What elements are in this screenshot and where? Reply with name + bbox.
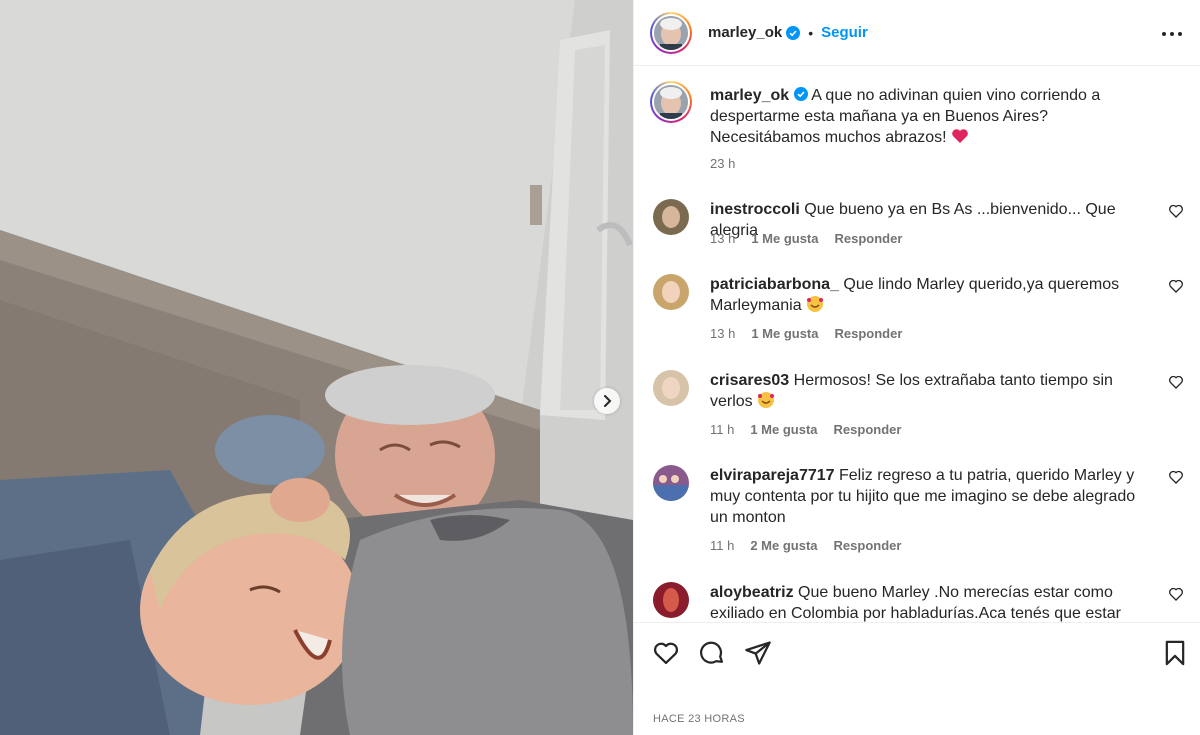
reply-button[interactable]: Responder xyxy=(835,326,903,341)
smiling-hearts-emoji-icon xyxy=(806,296,824,314)
comment-likes[interactable]: 2 Me gusta xyxy=(750,538,817,553)
reply-button[interactable]: Responder xyxy=(834,422,902,437)
comment-time[interactable]: 11 h xyxy=(710,538,734,553)
caption-username[interactable]: marley_ok xyxy=(710,87,789,104)
more-options-icon[interactable] xyxy=(1160,22,1184,46)
share-icon[interactable] xyxy=(744,639,772,667)
action-bar xyxy=(634,622,1200,682)
comment-username[interactable]: patriciabarbona_ xyxy=(710,276,839,293)
comment-likes[interactable]: 1 Me gusta xyxy=(751,326,818,341)
comment-like-heart-icon[interactable] xyxy=(1168,469,1184,485)
comment-text: elvirapareja7717 Feliz regreso a tu patr… xyxy=(710,465,1140,528)
caption-time[interactable]: 23 h xyxy=(710,156,735,171)
comment-time[interactable]: 13 h xyxy=(710,326,735,341)
comment-meta: 13 h 1 Me gusta Responder xyxy=(710,326,902,341)
comment-text: crisares03 Hermosos! Se los extrañaba ta… xyxy=(710,370,1140,412)
comment-like-heart-icon[interactable] xyxy=(1168,278,1184,294)
comment-username[interactable]: crisares03 xyxy=(710,372,789,389)
follow-button[interactable]: Seguir xyxy=(821,24,868,41)
comment-meta: 11 h 1 Me gusta Responder xyxy=(710,422,901,437)
bookmark-icon[interactable] xyxy=(1161,639,1189,667)
comment-username[interactable]: aloybeatriz xyxy=(710,584,794,601)
heart-icon[interactable] xyxy=(652,639,680,667)
verified-badge-icon xyxy=(793,87,808,104)
red-heart-emoji-icon xyxy=(951,129,969,146)
comment-username[interactable]: inestroccoli xyxy=(710,201,800,218)
comment-meta: 11 h 2 Me gusta Responder xyxy=(710,538,901,553)
comment-time[interactable]: 11 h xyxy=(710,422,734,437)
comment-text: aloybeatriz Que bueno Marley .No merecía… xyxy=(710,582,1140,622)
comment-avatar[interactable] xyxy=(653,370,689,406)
header-username[interactable]: marley_ok xyxy=(708,24,782,41)
post-photo xyxy=(0,0,633,735)
avatar-image xyxy=(654,85,688,119)
verified-badge-icon xyxy=(786,25,801,40)
reply-button[interactable]: Responder xyxy=(834,538,902,553)
next-photo-button[interactable] xyxy=(594,388,620,414)
comment-time[interactable]: 13 h xyxy=(710,231,735,246)
comment-avatar[interactable] xyxy=(653,582,689,618)
comment-icon[interactable] xyxy=(698,639,726,667)
separator-dot: • xyxy=(808,24,814,41)
comment-like-heart-icon[interactable] xyxy=(1168,203,1184,219)
comment-likes[interactable]: 1 Me gusta xyxy=(750,422,817,437)
caption-text: marley_ok A que no adivinan quien vino c… xyxy=(710,85,1120,148)
comment-username[interactable]: elvirapareja7717 xyxy=(710,467,835,484)
comment-avatar[interactable] xyxy=(653,465,689,501)
caption-avatar[interactable] xyxy=(650,81,692,123)
comments-list[interactable]: marley_ok A que no adivinan quien vino c… xyxy=(634,67,1200,622)
post-details-panel: marley_ok • Seguir marley_ok A que no ad… xyxy=(633,0,1200,735)
photo-image xyxy=(0,0,633,735)
smiling-hearts-emoji-icon xyxy=(757,392,775,410)
avatar-image xyxy=(654,15,688,50)
comment-likes[interactable]: 1 Me gusta xyxy=(751,231,818,246)
comment-like-heart-icon[interactable] xyxy=(1168,586,1184,602)
avatar[interactable] xyxy=(650,11,692,54)
comment-like-heart-icon[interactable] xyxy=(1168,374,1184,390)
posted-time[interactable]: HACE 23 HORAS xyxy=(653,713,745,725)
reply-button[interactable]: Responder xyxy=(835,231,903,246)
comment-text: patriciabarbona_ Que lindo Marley querid… xyxy=(710,274,1140,316)
post-header: marley_ok • Seguir xyxy=(634,0,1200,66)
comment-meta: 13 h 1 Me gusta Responder xyxy=(710,231,902,246)
comment-avatar[interactable] xyxy=(653,274,689,310)
chevron-right-icon xyxy=(604,395,612,407)
comment-avatar[interactable] xyxy=(653,199,689,235)
